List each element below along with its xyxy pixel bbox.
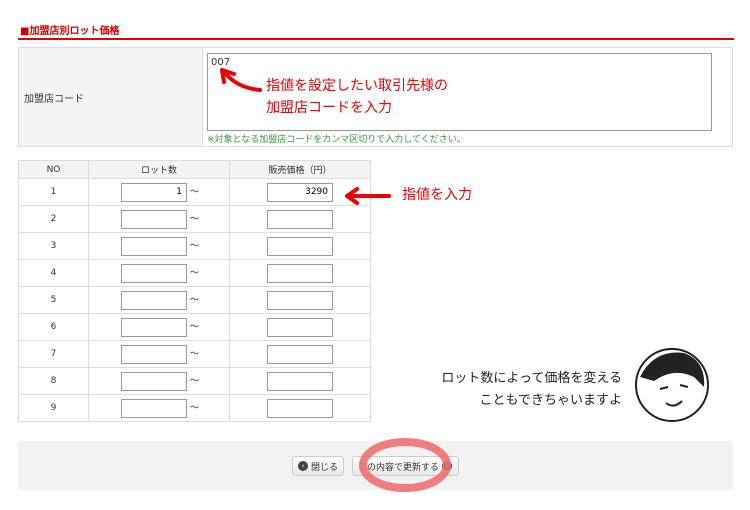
table-row: 5 ～: [18, 286, 371, 314]
tilde: ～: [189, 376, 199, 386]
price-input[interactable]: [267, 209, 333, 229]
table-row: 6 ～: [18, 313, 371, 341]
annotation-code-1: 指値を設定したい取引先様の: [266, 78, 448, 94]
lot-price-table: NO ロット数 販売価格（円） 1 ～ 2 ～ 3 ～ 4 ～ 5 ～ 6 ～ …: [18, 160, 371, 422]
row-no: 6: [18, 313, 89, 341]
price-input[interactable]: [267, 263, 333, 283]
row-no: 1: [18, 178, 89, 206]
tilde: ～: [189, 187, 199, 197]
tilde: ～: [189, 241, 199, 251]
close-button[interactable]: ‹ 閉じる: [292, 456, 345, 476]
table-row: 2 ～: [18, 205, 371, 233]
price-input[interactable]: [267, 317, 333, 337]
table-row: 1 ～: [18, 178, 371, 206]
row-no: 4: [18, 259, 89, 287]
col-price: 販売価格（円）: [229, 160, 371, 179]
price-input[interactable]: [267, 371, 333, 391]
lot-input[interactable]: [121, 371, 187, 391]
table-row: 7 ～: [18, 340, 371, 368]
title-divider: [18, 38, 734, 40]
lot-input[interactable]: [121, 290, 187, 310]
price-input[interactable]: [267, 236, 333, 256]
price-input[interactable]: [267, 182, 333, 202]
table-row: 4 ～: [18, 259, 371, 287]
close-label: 閉じる: [311, 462, 339, 473]
merchant-code-label: 加盟店コード: [19, 48, 203, 146]
comment-line-1: ロット数によって価格を変える: [441, 371, 622, 386]
arrow-icon: [220, 68, 262, 92]
tilde: ～: [189, 268, 199, 278]
character-face-icon: [635, 348, 709, 422]
annotation-code-2: 加盟店コードを入力: [266, 100, 392, 116]
lot-input[interactable]: [121, 182, 187, 202]
character-comment: ロット数によって価格を変える こともできちゃいますよ: [441, 368, 622, 412]
row-no: 5: [18, 286, 89, 314]
comment-line-2: こともできちゃいますよ: [479, 393, 622, 408]
table-row: 9 ～: [18, 394, 371, 422]
lot-input[interactable]: [121, 398, 187, 418]
row-no: 7: [18, 340, 89, 368]
tilde: ～: [189, 349, 199, 359]
table-row: 8 ～: [18, 367, 371, 395]
annotation-price: 指値を入力: [402, 187, 472, 203]
col-no: NO: [18, 160, 89, 179]
table-row: 3 ～: [18, 232, 371, 260]
merchant-code-hint: ※対象となる加盟店コードをカンマ区切りで入力してください。: [207, 135, 466, 145]
lot-input[interactable]: [121, 263, 187, 283]
lot-input[interactable]: [121, 344, 187, 364]
section-title: ■加盟店別ロット価格: [20, 26, 120, 37]
lot-input[interactable]: [121, 236, 187, 256]
price-input[interactable]: [267, 344, 333, 364]
arrow-icon: [345, 187, 391, 205]
price-input[interactable]: [267, 398, 333, 418]
tilde: ～: [189, 403, 199, 413]
row-no: 9: [18, 394, 89, 422]
tilde: ～: [189, 322, 199, 332]
tilde: ～: [189, 214, 199, 224]
row-no: 8: [18, 367, 89, 395]
row-no: 3: [18, 232, 89, 260]
lot-input[interactable]: [121, 209, 187, 229]
price-input[interactable]: [267, 290, 333, 310]
highlight-circle: [359, 438, 451, 492]
chevron-left-icon: ‹: [298, 461, 308, 471]
tilde: ～: [189, 295, 199, 305]
lot-input[interactable]: [121, 317, 187, 337]
col-lot: ロット数: [88, 160, 230, 179]
row-no: 2: [18, 205, 89, 233]
